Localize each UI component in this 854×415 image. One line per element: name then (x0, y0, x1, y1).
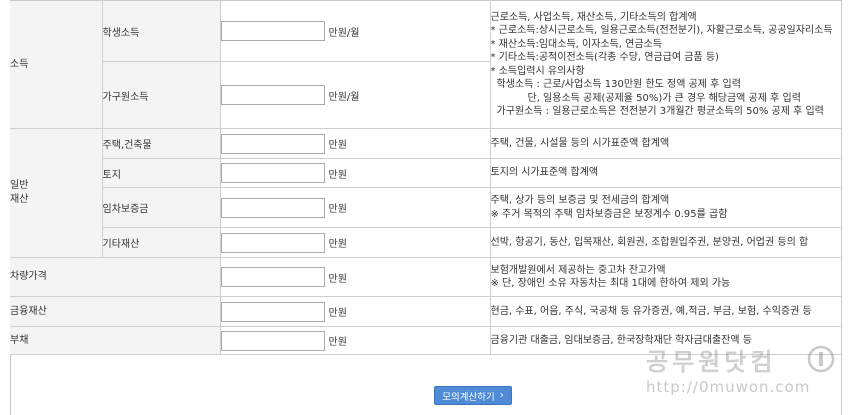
category-line: 일반 (10, 180, 29, 191)
desc-line: 근로소득, 사업소득, 재산소득, 기타소득의 합계액 (490, 11, 697, 23)
row-deposit: 임차보증금 만원 주택, 상가 등의 보증금 및 전세금의 합계액 ※ 주거 목… (10, 187, 842, 228)
category-financial: 금융재산 (10, 296, 221, 327)
income-description: 근로소득, 사업소득, 재산소득, 기타소득의 합계액 * 근로소득:상시근로소… (490, 0, 842, 129)
row-financial: 금융재산 만원 현금, 수표, 어음, 주식, 국공채 등 유가증권, 예,적금… (10, 296, 842, 327)
financial-description: 현금, 수표, 어음, 주식, 국공채 등 유가증권, 예,적금, 부금, 보험… (490, 296, 842, 327)
deposit-input[interactable] (220, 197, 325, 218)
chevron-right-icon: › (499, 390, 504, 401)
desc-line: 보험개발원에서 제공하는 중고차 잔고가액 (490, 264, 666, 276)
other-property-description: 선박, 항공기, 동산, 입목재산, 회원권, 조합원입주권, 분양권, 어업권… (490, 227, 842, 258)
household-income-input[interactable] (220, 85, 325, 105)
desc-line: 학생소득 : 근로/사업소득 130만원 한도 정액 공제 후 입력 (496, 79, 741, 90)
housing-input[interactable] (220, 133, 325, 154)
row-student-income: 소득 학생소득 만원/월 근로소득, 사업소득, 재산소득, 기타소득의 합계액… (10, 0, 842, 129)
unit-financial: 만원 (328, 308, 347, 319)
unit-other-property: 만원 (328, 239, 347, 250)
unit-debt: 만원 (328, 337, 347, 348)
desc-line: * 근로소득:상시근로소득, 일용근로소득(전전분기), 자활근로소득, 공공일… (490, 25, 833, 36)
label-housing: 주택,건축물 (102, 128, 221, 159)
row-debt: 부채 만원 금융기관 대출금, 임대보증금, 한국장학재단 학자금대출잔액 등 (10, 326, 842, 355)
desc-line: 가구원소득 : 일용근로소득은 전전분기 3개월간 평균소득의 50% 공제 후… (496, 106, 824, 117)
unit-vehicle: 만원 (328, 273, 347, 285)
vehicle-input[interactable] (220, 267, 325, 287)
label-student-income: 학생소득 (102, 0, 221, 62)
row-vehicle: 차량가격 만원 보험개발원에서 제공하는 중고차 잔고가액 ※ 단, 장애인 소… (10, 257, 842, 297)
land-description: 토지의 시가표준액 합계액 (490, 158, 842, 188)
row-other-property: 기타재산 만원 선박, 항공기, 동산, 입목재산, 회원권, 조합원입주권, … (10, 227, 842, 258)
desc-line: * 소득입력시 유의사항 (490, 65, 585, 77)
debt-input[interactable] (220, 330, 325, 351)
simulate-button-label: 모의계산하기 (442, 391, 495, 403)
vehicle-description: 보험개발원에서 제공하는 중고차 잔고가액 ※ 단, 장애인 소유 자동차는 최… (490, 257, 842, 297)
unit-housing: 만원 (328, 140, 347, 151)
debt-description: 금융기관 대출금, 임대보증금, 한국장학재단 학자금대출잔액 등 (490, 326, 842, 355)
deposit-description: 주택, 상가 등의 보증금 및 전세금의 합계액 ※ 주거 목적의 주택 임차보… (490, 187, 842, 228)
desc-line: 단, 일용소득 공제(공제율 50%)가 큰 경우 해당금액 공제 후 입력 (527, 92, 801, 104)
category-vehicle: 차량가격 (10, 257, 221, 297)
other-property-input[interactable] (220, 232, 325, 253)
calculator-table: 소득 학생소득 만원/월 근로소득, 사업소득, 재산소득, 기타소득의 합계액… (10, 0, 842, 355)
desc-line: 주택, 상가 등의 보증금 및 전세금의 합계액 (490, 195, 670, 206)
desc-line: * 재산소득:임대소득, 이자소득, 연금소득 (490, 38, 662, 50)
label-land: 토지 (102, 158, 221, 188)
label-deposit: 임차보증금 (102, 187, 221, 228)
housing-description: 주택, 건물, 시설물 등의 시가표준액 합계액 (490, 128, 842, 159)
desc-line: ※ 단, 장애인 소유 자동차는 최대 1대에 한하여 제외 가능 (490, 278, 731, 289)
simulate-button[interactable]: 모의계산하기 › (434, 386, 512, 405)
row-housing: 일반 재산 주택,건축물 만원 주택, 건물, 시설물 등의 시가표준액 합계액 (10, 128, 842, 258)
unit-household-income: 만원/월 (328, 91, 360, 103)
unit-deposit: 만원 (328, 204, 347, 215)
unit-land: 만원 (328, 169, 347, 181)
financial-input[interactable] (220, 301, 325, 322)
category-line: 재산 (10, 194, 29, 205)
student-income-input[interactable] (220, 21, 325, 41)
label-other-property: 기타재산 (102, 227, 221, 258)
land-input[interactable] (220, 163, 325, 183)
row-land: 토지 만원 토지의 시가표준액 합계액 (10, 158, 842, 188)
desc-line: * 기타소득:공적이전소득(각종 수당, 연금급여 금품 등) (490, 52, 719, 63)
category-general-property: 일반 재산 (10, 128, 103, 258)
label-household-income: 가구원소득 (102, 61, 221, 129)
desc-line: ※ 주거 목적의 주택 임차보증금은 보정계수 0.95를 곱함 (490, 208, 728, 220)
category-income: 소득 (10, 0, 103, 129)
category-debt: 부채 (10, 326, 221, 355)
unit-student-income: 만원/월 (328, 27, 360, 39)
